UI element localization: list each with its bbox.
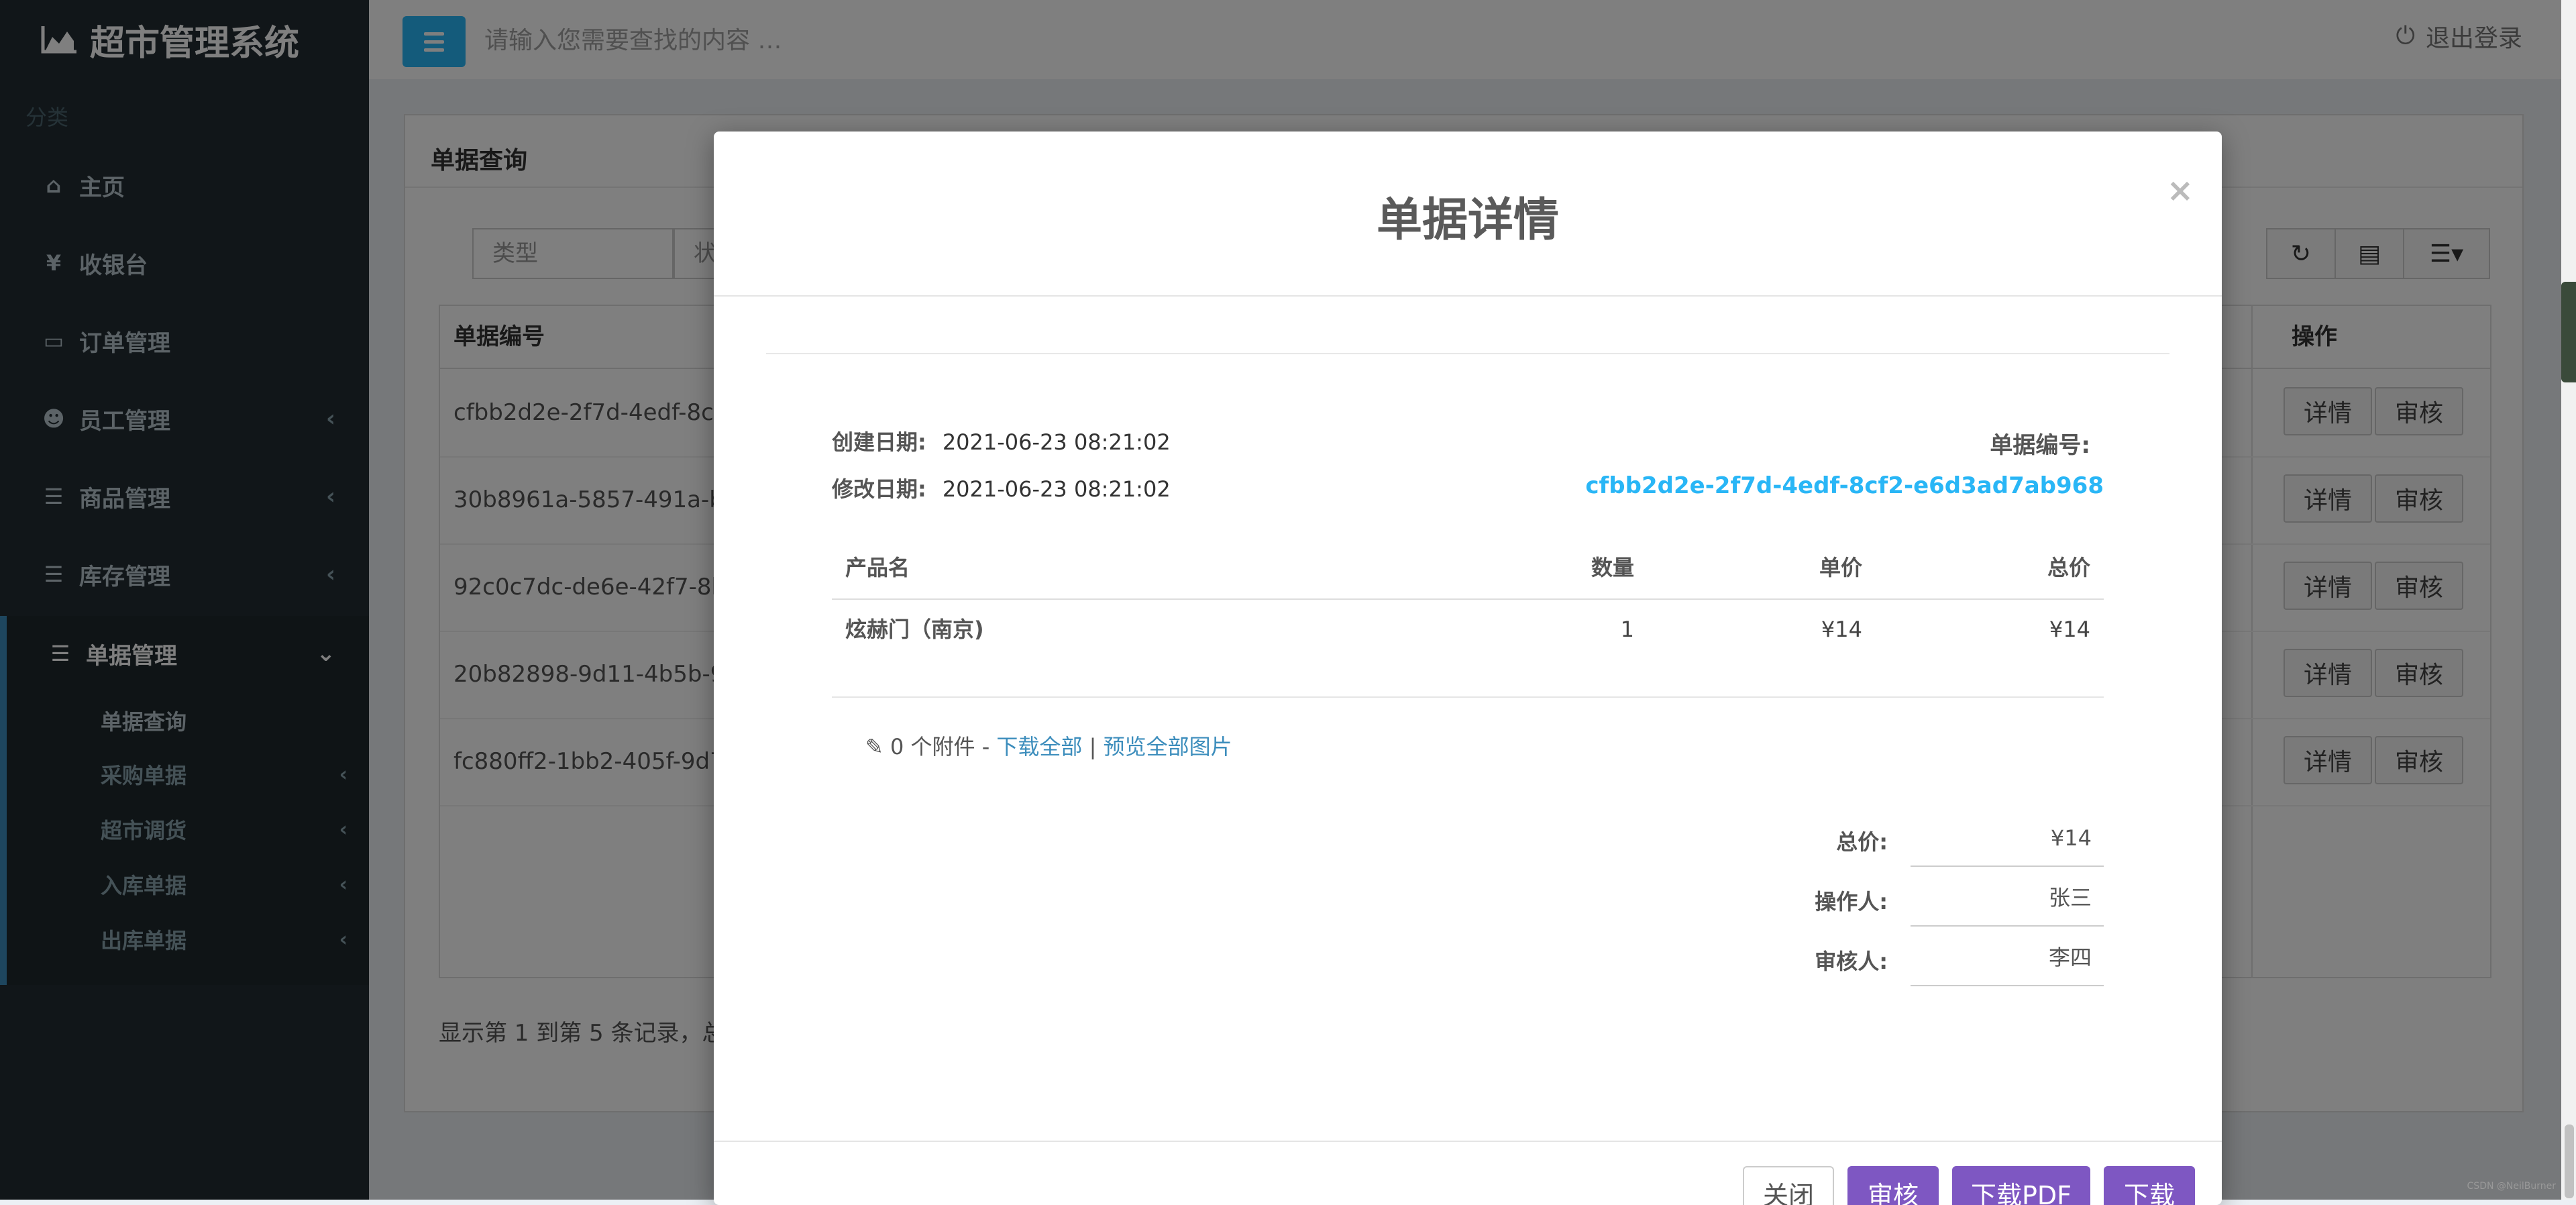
cell-qty: 1 bbox=[1620, 617, 1634, 642]
divider bbox=[832, 696, 2104, 698]
link-separator: | bbox=[1089, 734, 1097, 759]
summary-operator-label: 操作人: bbox=[1815, 889, 1888, 914]
column-header-qty: 数量 bbox=[1591, 555, 1634, 580]
attachments-count: 0 个附件 - bbox=[890, 734, 990, 759]
scrollbar-thumb[interactable] bbox=[2565, 1124, 2574, 1198]
download-all-link[interactable]: 下载全部 bbox=[996, 734, 1082, 759]
created-date-label: 创建日期: bbox=[832, 429, 926, 455]
close-button[interactable]: 关闭 bbox=[1743, 1166, 1834, 1205]
column-header-total: 总价 bbox=[2047, 555, 2090, 580]
summary-auditor-value: 李四 bbox=[1911, 929, 2104, 986]
cell-product-name: 炫赫门（南京) bbox=[845, 617, 984, 642]
modal-title: 单据详情 bbox=[1376, 194, 1559, 247]
attachments: ✎ 0 个附件 - 下载全部 | 预览全部图片 bbox=[865, 730, 1232, 761]
column-header-price: 单价 bbox=[1819, 555, 1862, 580]
created-date-value: 2021-06-23 08:21:02 bbox=[942, 429, 1171, 455]
items-table-header: 产品名 数量 单价 总价 bbox=[832, 537, 2104, 600]
column-header-product: 产品名 bbox=[845, 555, 910, 580]
summary-operator-value: 张三 bbox=[1911, 869, 2104, 927]
modified-date-value: 2021-06-23 08:21:02 bbox=[942, 476, 1171, 502]
download-pdf-button[interactable]: 下载PDF bbox=[1952, 1166, 2090, 1205]
page-scrollbar[interactable] bbox=[2561, 0, 2576, 1200]
divider bbox=[714, 295, 2222, 297]
divider bbox=[714, 1141, 2222, 1142]
close-icon[interactable]: × bbox=[2167, 172, 2194, 209]
modified-date: 修改日期: 2021-06-23 08:21:02 bbox=[832, 472, 1171, 503]
created-date: 创建日期: 2021-06-23 08:21:02 bbox=[832, 425, 1171, 456]
bill-detail-modal: 单据详情 × 创建日期: 2021-06-23 08:21:02 修改日期: 202… bbox=[714, 132, 2222, 1205]
modified-date-label: 修改日期: bbox=[832, 476, 926, 502]
paperclip-icon: ✎ bbox=[865, 734, 883, 759]
bill-no-value: cfbb2d2e-2f7d-4edf-8cf2-e6d3ad7ab968 bbox=[1585, 472, 2104, 499]
divider bbox=[766, 353, 2169, 354]
cell-price: ¥14 bbox=[1821, 617, 1862, 642]
download-button[interactable]: 下载 bbox=[2104, 1166, 2195, 1205]
table-row: 炫赫门（南京) 1 ¥14 ¥14 bbox=[832, 598, 2104, 660]
preview-all-link[interactable]: 预览全部图片 bbox=[1104, 734, 1232, 759]
bill-no-label: 单据编号: bbox=[1990, 432, 2090, 459]
watermark: CSDN @NeilBurner bbox=[2467, 1181, 2556, 1192]
summary-auditor-label: 审核人: bbox=[1815, 949, 1888, 974]
summary-total-label: 总价: bbox=[1836, 829, 1888, 855]
cell-total: ¥14 bbox=[2049, 617, 2090, 642]
side-widget-tab[interactable] bbox=[2561, 282, 2576, 382]
audit-button[interactable]: 审核 bbox=[1847, 1166, 1939, 1205]
summary-total-value: ¥14 bbox=[1911, 809, 2104, 867]
